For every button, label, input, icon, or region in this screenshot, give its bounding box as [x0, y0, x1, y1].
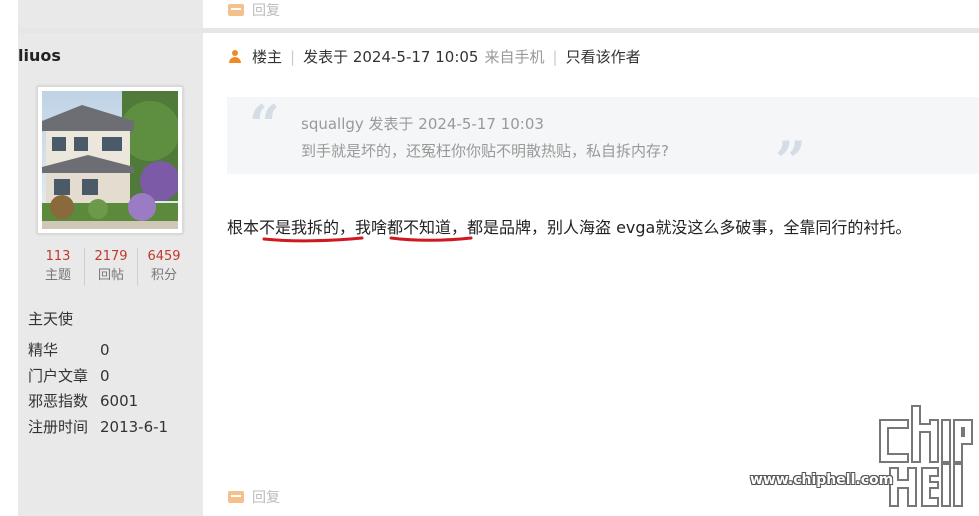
quote-open-icon: “	[249, 93, 281, 157]
username[interactable]: liuos	[18, 46, 61, 65]
user-stats: 113 主题 2179 回帖 6459 积分	[32, 248, 190, 286]
stat-replies[interactable]: 2179 回帖	[85, 248, 138, 286]
stat-replies-value: 2179	[94, 249, 128, 264]
reply-label: 回复	[252, 490, 280, 506]
stat-replies-label: 回帖	[97, 268, 124, 283]
page-margin	[0, 0, 18, 516]
stat-points-label: 积分	[150, 268, 177, 283]
info-value: 2013-6-1	[100, 417, 169, 436]
reply-link-previous[interactable]: 回复	[228, 0, 280, 20]
chiphell-watermark-logo	[879, 405, 973, 507]
post-divider	[18, 28, 979, 33]
quote-block: “ squallgy 发表于 2024-5-17 10:03 到手就是坏的，还冤…	[227, 93, 979, 191]
only-author-link[interactable]: 只看该作者	[566, 46, 641, 67]
red-underline-annotation	[389, 236, 473, 242]
info-key: 邪恶指数	[28, 392, 89, 410]
post-time: 发表于 2024-5-17 10:05	[303, 48, 479, 66]
red-underline-annotation	[262, 236, 364, 243]
user-icon	[228, 49, 242, 64]
stat-threads-value: 113	[45, 249, 71, 264]
user-rank[interactable]: 主天使	[28, 308, 73, 329]
info-row-digest: 精华 0	[28, 338, 168, 364]
post-header: 楼主 | 发表于 2024-5-17 10:05 来自手机 | 只看该作者	[228, 46, 641, 67]
quote-close-icon: ”	[775, 129, 807, 193]
stat-points[interactable]: 6459 积分	[138, 248, 190, 286]
watermark-url: www.chiphell.com	[750, 472, 894, 488]
info-key: 精华	[28, 341, 59, 359]
user-info-list: 精华 0 门户文章 0 邪恶指数 6001 注册时间 2013-6-1	[28, 338, 168, 440]
reply-icon	[228, 491, 244, 503]
quote-meta[interactable]: squallgy 发表于 2024-5-17 10:03	[301, 113, 544, 134]
post-source: 来自手机	[484, 48, 545, 66]
reply-label: 回复	[252, 3, 280, 19]
info-row-evil-index: 邪恶指数 6001	[28, 389, 168, 415]
reply-icon	[228, 4, 244, 16]
author-badge: 楼主	[252, 48, 283, 66]
stat-threads-label: 主题	[44, 268, 71, 283]
info-row-register-date: 注册时间 2013-6-1	[28, 415, 168, 441]
reply-link[interactable]: 回复	[228, 487, 280, 507]
info-row-portal-articles: 门户文章 0	[28, 364, 168, 390]
separator: |	[552, 47, 558, 66]
quote-text: 到手就是坏的，还冤枉你你贴不明散热贴，私自拆内存?	[301, 142, 669, 160]
avatar[interactable]	[37, 86, 183, 234]
info-value: 0	[100, 366, 110, 385]
avatar-image	[42, 91, 178, 229]
stat-threads[interactable]: 113 主题	[32, 248, 85, 286]
info-key: 注册时间	[28, 417, 89, 436]
info-value: 6001	[100, 392, 139, 410]
separator: |	[290, 47, 296, 66]
stat-points-value: 6459	[147, 249, 181, 264]
info-key: 门户文章	[28, 366, 89, 385]
info-value: 0	[100, 341, 110, 359]
